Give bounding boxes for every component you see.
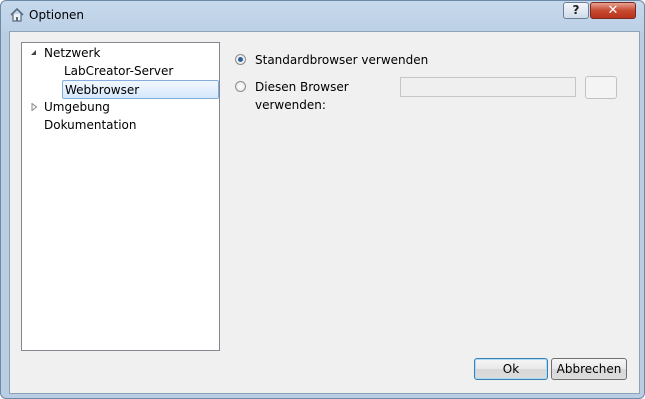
browser-path-field[interactable]	[400, 77, 576, 97]
browse-button[interactable]	[585, 76, 617, 99]
tree-item-label: Umgebung	[44, 100, 110, 114]
radio-custom-browser[interactable]: Diesen Browser verwenden:	[235, 78, 400, 112]
radio-default-label: Standardbrowser verwenden	[255, 53, 429, 67]
radio-custom-label: Diesen Browser verwenden:	[255, 80, 349, 112]
help-button[interactable]: ?	[563, 2, 589, 19]
tree-item-netzwerk[interactable]: Netzwerk	[30, 44, 210, 62]
tree-item-label: Dokumentation	[44, 118, 137, 132]
radio-default-browser[interactable]: Standardbrowser verwenden	[235, 51, 455, 69]
tree-item-umgebung[interactable]: Umgebung	[30, 98, 210, 116]
tree-item-labcreator-server[interactable]: LabCreator-Server	[64, 62, 214, 80]
tree-item-webbrowser[interactable]: Webbrowser	[62, 80, 219, 99]
tree-item-label: Webbrowser	[65, 83, 140, 97]
radio-button-checked[interactable]	[235, 54, 246, 65]
tree-item-label: LabCreator-Server	[64, 64, 174, 78]
close-button[interactable]: ✕	[590, 2, 636, 19]
window-title: Optionen	[29, 8, 85, 22]
tree-item-label: Netzwerk	[44, 46, 101, 60]
dialog-body: Netzwerk LabCreator-Server Webbrowser Um…	[9, 31, 640, 394]
ok-button[interactable]: Ok	[474, 358, 548, 380]
tree-item-dokumentation[interactable]: Dokumentation	[44, 116, 214, 134]
expanded-arrow-icon[interactable]	[30, 49, 38, 57]
title-bar[interactable]: Optionen ? ✕	[1, 1, 644, 31]
options-tree[interactable]: Netzwerk LabCreator-Server Webbrowser Um…	[21, 42, 220, 351]
cancel-button[interactable]: Abbrechen	[551, 358, 627, 380]
radio-button[interactable]	[235, 81, 246, 92]
collapsed-arrow-icon[interactable]	[30, 103, 38, 111]
options-dialog: Optionen ? ✕ Netzwerk LabCreator-Server …	[0, 0, 645, 399]
home-icon	[10, 7, 24, 22]
